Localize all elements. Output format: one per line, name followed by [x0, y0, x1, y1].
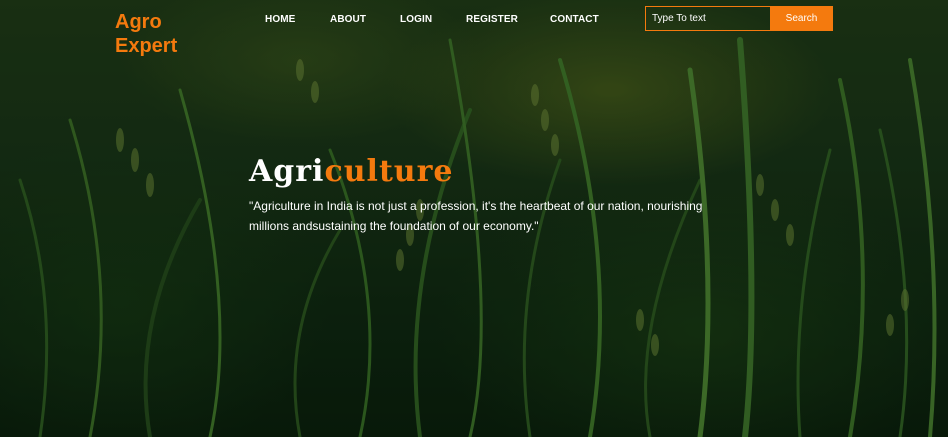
nav-link-login[interactable]: LOGIN	[400, 14, 432, 26]
search-button[interactable]: Search	[770, 6, 833, 31]
hero-title-part1: Agri	[249, 154, 325, 189]
hero-section: Agriculture "Agriculture in India is not…	[249, 152, 709, 236]
landing-page: Agro Expert HOME ABOUT LOGIN REGISTER CO…	[0, 0, 948, 437]
nav-link-about[interactable]: ABOUT	[330, 14, 366, 26]
search-input[interactable]	[645, 6, 770, 31]
hero-title-part2: culture	[324, 154, 454, 189]
hero-quote: "Agriculture in India is not just a prof…	[249, 199, 703, 233]
brand-logo-line2: Expert	[115, 35, 178, 57]
nav-link-home[interactable]: HOME	[265, 14, 295, 26]
brand-logo[interactable]: Agro Expert	[115, 10, 177, 58]
nav-link-contact[interactable]: CONTACT	[550, 14, 599, 26]
brand-logo-line1: Agro	[115, 11, 162, 33]
search-bar: Search	[645, 6, 833, 31]
hero-title: Agriculture	[249, 152, 709, 192]
nav-link-register[interactable]: REGISTER	[466, 14, 518, 26]
